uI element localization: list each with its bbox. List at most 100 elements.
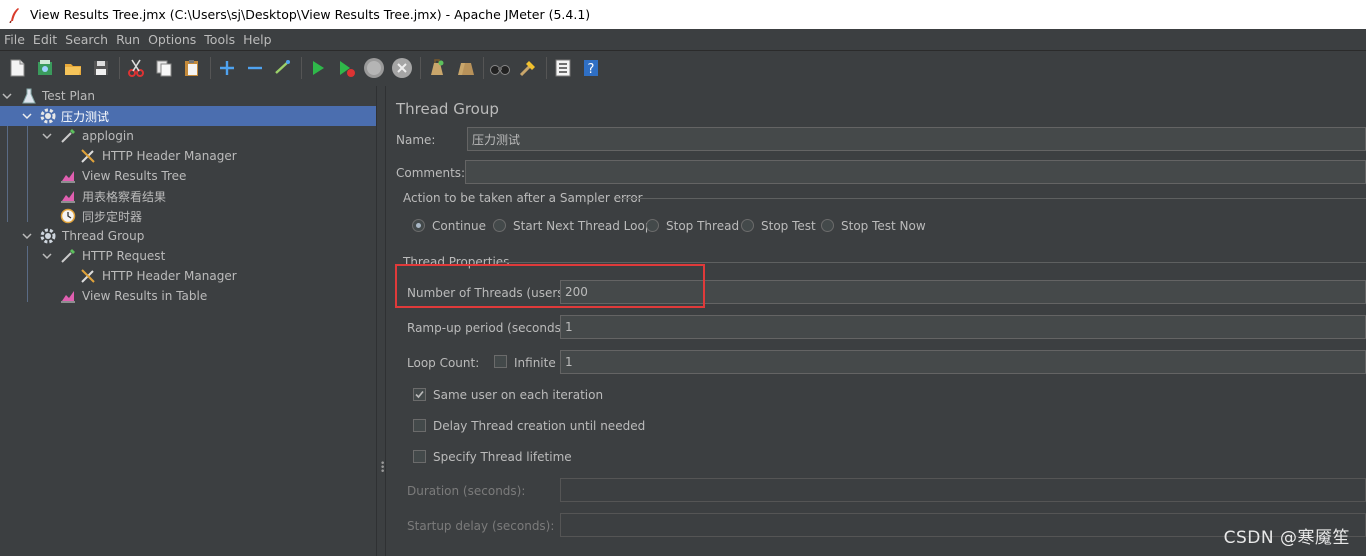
clock-icon <box>59 207 77 225</box>
graph-icon <box>59 167 77 185</box>
duration-label: Duration (seconds): <box>407 484 526 498</box>
same-user-checkbox[interactable] <box>413 388 426 401</box>
thread-group-panel: Thread Group Name: 压力测试 Comments: Action… <box>387 86 1366 556</box>
tree-node-thread-group-selected[interactable]: 压力测试 <box>0 106 376 126</box>
radio-continue-label[interactable]: Continue <box>432 219 486 233</box>
new-icon[interactable] <box>6 57 28 79</box>
radio-start-next-thread-loop[interactable] <box>493 219 506 232</box>
open-icon[interactable] <box>62 57 84 79</box>
radio-stop-test-now[interactable] <box>821 219 834 232</box>
tree-node-label: HTTP Header Manager <box>102 269 237 283</box>
same-user-label[interactable]: Same user on each iteration <box>433 388 603 402</box>
expand-icon[interactable] <box>216 57 238 79</box>
watermark: CSDN @寒魇笙 <box>1223 528 1350 548</box>
chevron-down-icon[interactable] <box>22 111 32 121</box>
clear-icon[interactable] <box>426 57 448 79</box>
tree-node-label: HTTP Request <box>82 249 166 263</box>
pipette-icon <box>59 127 77 145</box>
toolbar-separator <box>119 57 120 79</box>
copy-icon[interactable] <box>153 57 175 79</box>
gear-icon <box>39 107 57 125</box>
menu-bar: File Edit Search Run Options Tools Help <box>0 29 1366 51</box>
save-icon[interactable] <box>90 57 112 79</box>
radio-stop-test[interactable] <box>741 219 754 232</box>
tree-node-thread-group[interactable]: Thread Group <box>0 226 376 246</box>
test-plan-icon <box>20 87 38 105</box>
menu-tools[interactable]: Tools <box>200 32 239 47</box>
annotation-highlight-box <box>395 264 705 308</box>
menu-edit[interactable]: Edit <box>29 32 61 47</box>
startup-delay-label: Startup delay (seconds): <box>407 519 555 533</box>
start-no-pauses-icon[interactable] <box>335 57 357 79</box>
delay-thread-label[interactable]: Delay Thread creation until needed <box>433 419 645 433</box>
tree-node-http-request[interactable]: HTTP Request <box>0 246 376 266</box>
tree-node-http-header-manager[interactable]: HTTP Header Manager <box>0 146 376 166</box>
duration-field <box>560 478 1366 502</box>
tree-node-http-header-manager-2[interactable]: HTTP Header Manager <box>0 266 376 286</box>
infinite-label[interactable]: Infinite <box>514 356 556 370</box>
menu-search[interactable]: Search <box>61 32 112 47</box>
jmeter-feather-icon <box>9 7 19 23</box>
split-pane-divider[interactable]: • • • <box>376 86 386 556</box>
infinite-checkbox[interactable] <box>494 355 507 368</box>
menu-file[interactable]: File <box>0 32 29 47</box>
menu-options[interactable]: Options <box>144 32 200 47</box>
tree-node-label: Thread Group <box>62 229 145 243</box>
toggle-icon[interactable] <box>272 57 294 79</box>
radio-stop-test-now-label[interactable]: Stop Test Now <box>841 219 926 233</box>
tree-node-view-results-tree[interactable]: View Results Tree <box>0 166 376 186</box>
chevron-down-icon[interactable] <box>2 91 12 101</box>
comments-field[interactable] <box>465 160 1366 184</box>
tree-node-sync-timer[interactable]: 同步定时器 <box>0 206 376 226</box>
chevron-down-icon[interactable] <box>22 231 32 241</box>
chevron-down-icon[interactable] <box>42 251 52 261</box>
shutdown-icon[interactable] <box>391 57 413 79</box>
sampler-error-legend: Action to be taken after a Sampler error <box>403 191 643 205</box>
panel-title: Thread Group <box>396 100 499 118</box>
rampup-field[interactable]: 1 <box>560 315 1366 339</box>
start-icon[interactable] <box>307 57 329 79</box>
tree-node-label: applogin <box>82 129 134 143</box>
tree-node-applogin[interactable]: applogin <box>0 126 376 146</box>
templates-icon[interactable] <box>34 57 56 79</box>
tree-node-label: 压力测试 <box>61 109 110 124</box>
chevron-down-icon[interactable] <box>42 131 52 141</box>
pipette-icon <box>59 247 77 265</box>
toolbar: ? <box>0 51 1366 85</box>
tree-node-label: 用表格察看结果 <box>82 189 167 204</box>
thread-lifetime-label[interactable]: Specify Thread lifetime <box>433 450 572 464</box>
clear-all-icon[interactable] <box>454 57 476 79</box>
tree-node-view-results-in-table[interactable]: View Results in Table <box>0 286 376 306</box>
toolbar-separator <box>483 57 484 79</box>
radio-stop-test-label[interactable]: Stop Test <box>761 219 816 233</box>
tree-node-label: HTTP Header Manager <box>102 149 237 163</box>
radio-start-next-thread-loop-label[interactable]: Start Next Thread Loop <box>513 219 652 233</box>
stop-icon[interactable] <box>363 57 385 79</box>
menu-help[interactable]: Help <box>239 32 276 47</box>
radio-continue[interactable] <box>412 219 425 232</box>
title-bar: View Results Tree.jmx (C:\Users\sj\Deskt… <box>0 0 1366 29</box>
delay-thread-checkbox[interactable] <box>413 419 426 432</box>
toolbar-separator <box>210 57 211 79</box>
thread-lifetime-checkbox[interactable] <box>413 450 426 463</box>
tree-node-label: 同步定时器 <box>82 209 143 224</box>
menu-run[interactable]: Run <box>112 32 144 47</box>
drag-handle-icon[interactable]: • • • <box>380 460 385 477</box>
reset-search-icon[interactable] <box>517 57 539 79</box>
paste-icon[interactable] <box>181 57 203 79</box>
tree-node-view-results-table[interactable]: 用表格察看结果 <box>0 186 376 206</box>
function-helper-icon[interactable] <box>552 57 574 79</box>
name-field[interactable]: 压力测试 <box>467 127 1366 151</box>
loop-count-label: Loop Count: <box>407 356 480 370</box>
help-icon[interactable]: ? <box>580 57 602 79</box>
tree-node-label: Test Plan <box>42 89 95 103</box>
wrench-icon <box>79 147 97 165</box>
radio-stop-thread-label[interactable]: Stop Thread <box>666 219 739 233</box>
tree-node-test-plan[interactable]: Test Plan <box>0 86 376 106</box>
cut-icon[interactable] <box>125 57 147 79</box>
rampup-label: Ramp-up period (seconds): <box>407 321 570 335</box>
collapse-icon[interactable] <box>244 57 266 79</box>
search-icon[interactable] <box>489 57 511 79</box>
loop-count-field[interactable]: 1 <box>560 350 1366 374</box>
radio-stop-thread[interactable] <box>646 219 659 232</box>
